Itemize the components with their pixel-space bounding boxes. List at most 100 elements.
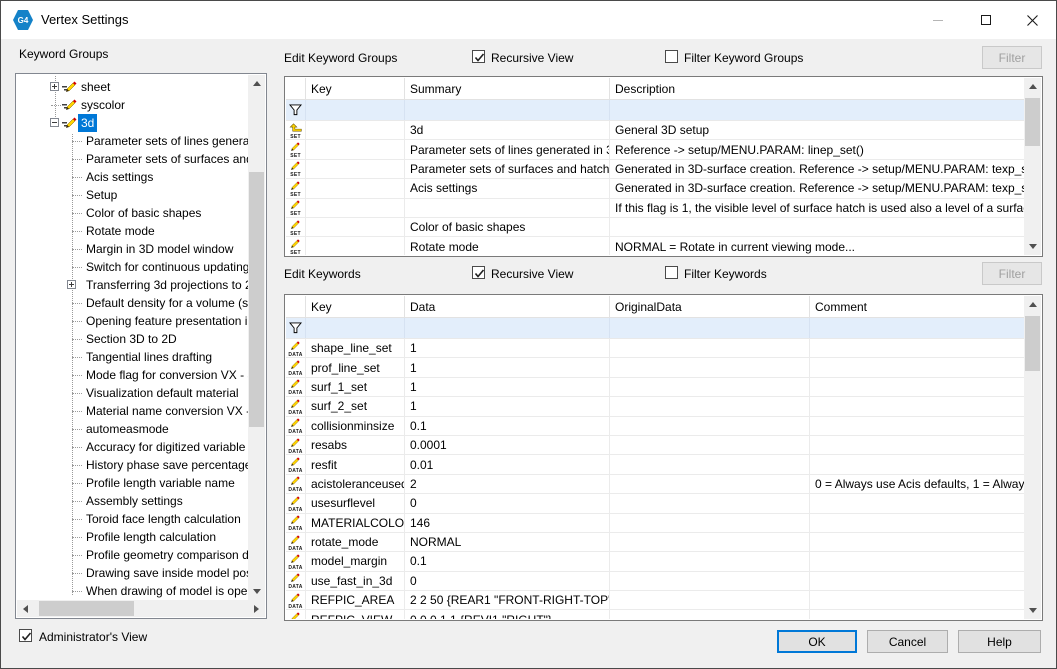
filter-cell[interactable] [306,318,405,338]
scroll-down-button[interactable] [248,583,265,600]
tree-item[interactable]: Section 3D to 2D [17,330,248,348]
tree-item[interactable]: Material name conversion VX - 3 [17,402,248,420]
recursive-view-checkbox[interactable] [472,266,485,279]
tree-expander-icon[interactable] [50,118,59,127]
table-row[interactable]: DATA surf_2_set 1 [286,397,1024,416]
tree-item[interactable]: syscolor [17,96,248,114]
table-row[interactable]: DATA shape_line_set 1 [286,339,1024,358]
tree-item[interactable]: Profile length variable name [17,474,248,492]
filter-cell[interactable] [810,318,1024,338]
filter-cell[interactable] [405,100,610,120]
tree-item[interactable]: Acis settings [17,168,248,186]
ok-button[interactable]: OK [777,630,857,653]
minimize-button[interactable] [915,1,961,39]
filter-cell[interactable] [405,318,610,338]
administrators-view-checkbox[interactable] [19,629,32,642]
tree-item[interactable]: Color of basic shapes [17,204,248,222]
title-bar[interactable]: G4 Vertex Settings [1,1,1056,39]
filter-cell[interactable] [306,100,405,120]
table-row[interactable]: SET 3d General 3D setup [286,121,1024,140]
scrollbar-thumb[interactable] [39,601,134,616]
tree-item[interactable]: Opening feature presentation in [17,312,248,330]
tree-item[interactable]: Tangential lines drafting [17,348,248,366]
scroll-down-button[interactable] [1024,238,1041,255]
tree-expander-icon[interactable] [50,82,59,91]
maximize-button[interactable] [963,1,1009,39]
table-row[interactable]: DATA collisionminsize 0.1 [286,417,1024,436]
tree-item[interactable]: Parameter sets of lines generate [17,132,248,150]
tree-item[interactable]: Switch for continuous updating [17,258,248,276]
table-row[interactable]: SET Parameter sets of lines generated in… [286,140,1024,159]
header-summary[interactable]: Summary [405,78,610,99]
tree-item[interactable]: Assembly settings [17,492,248,510]
table-row[interactable]: DATA REFPIC_VIEW 0 0 0 1 1 {REVI1 "RIGHT… [286,610,1024,619]
close-button[interactable] [1009,1,1055,39]
table-row[interactable]: DATA rotate_mode NORMAL [286,533,1024,552]
filter-keyword-groups-checkbox[interactable] [665,50,678,63]
tree-item[interactable]: Setup [17,186,248,204]
table-row[interactable]: DATA resabs 0.0001 [286,436,1024,455]
scroll-down-button[interactable] [1024,602,1041,619]
filter-button[interactable]: Filter [982,46,1042,69]
table-vertical-scrollbar[interactable] [1024,78,1041,255]
filter-keywords-checkbox[interactable] [665,266,678,279]
header-data[interactable]: Data [405,296,610,317]
filter-row[interactable] [286,318,1024,339]
tree-item[interactable]: Parameter sets of surfaces and h [17,150,248,168]
scroll-left-button[interactable] [17,600,34,617]
tree-item[interactable]: Toroid face length calculation [17,510,248,528]
scrollbar-thumb[interactable] [1025,316,1040,371]
tree-item[interactable]: Profile geometry comparison dc [17,546,248,564]
help-button[interactable]: Help [958,630,1041,653]
table-row[interactable]: SET Parameter sets of surfaces and hatch… [286,160,1024,179]
table-row[interactable]: SET Color of basic shapes [286,218,1024,237]
tree-item[interactable]: Profile length calculation [17,528,248,546]
header-description[interactable]: Description [610,78,1024,99]
filter-cell[interactable] [610,318,810,338]
cancel-button[interactable]: Cancel [867,630,948,653]
header-originaldata[interactable]: OriginalData [610,296,810,317]
table-row[interactable]: DATA resfit 0.01 [286,455,1024,474]
tree-item[interactable]: Drawing save inside model poss [17,564,248,582]
table-vertical-scrollbar[interactable] [1024,296,1041,619]
tree-expander-icon[interactable] [67,280,76,289]
table-row[interactable]: SET If this flag is 1, the visible level… [286,199,1024,218]
tree-item[interactable]: Margin in 3D model window [17,240,248,258]
recursive-view-checkbox[interactable] [472,50,485,63]
table-row[interactable]: DATA usesurflevel 0 [286,494,1024,513]
scrollbar-thumb[interactable] [249,172,264,427]
tree-item[interactable]: automeasmode [17,420,248,438]
table-row[interactable]: SET Rotate mode NORMAL = Rotate in curre… [286,237,1024,255]
scroll-up-button[interactable] [1024,296,1041,313]
scroll-up-button[interactable] [1024,78,1041,95]
filter-row[interactable] [286,100,1024,121]
header-key[interactable]: Key [306,296,405,317]
header-key[interactable]: Key [306,78,405,99]
table-row[interactable]: DATA surf_1_set 1 [286,378,1024,397]
tree-item[interactable]: 3d [17,114,248,132]
table-row[interactable]: SET Acis settings Generated in 3D-surfac… [286,179,1024,198]
table-row[interactable]: DATA prof_line_set 1 [286,358,1024,377]
header-comment[interactable]: Comment [810,296,1024,317]
tree-item[interactable]: When drawing of model is open [17,582,248,600]
tree-item[interactable]: Default density for a volume (ste [17,294,248,312]
scroll-up-button[interactable] [248,75,265,92]
filter-button[interactable]: Filter [982,262,1042,285]
tree-item[interactable]: Accuracy for digitized variable v [17,438,248,456]
tree-horizontal-scrollbar[interactable] [17,600,265,617]
tree-item[interactable]: Transferring 3d projections to 2d [17,276,248,294]
filter-cell[interactable] [610,100,1024,120]
table-row[interactable]: DATA MATERIALCOLOR 146 [286,514,1024,533]
scrollbar-thumb[interactable] [1025,98,1040,146]
tree-item[interactable]: Visualization default material [17,384,248,402]
tree-item[interactable]: History phase save percentage [17,456,248,474]
keyword-groups-tree[interactable]: sheet syscolor 3d [15,73,267,619]
tree-item[interactable]: Rotate mode [17,222,248,240]
tree-item[interactable]: sheet [17,78,248,96]
table-row[interactable]: DATA use_fast_in_3d 0 [286,572,1024,591]
tree-item[interactable]: Mode flag for conversion VX - 3 [17,366,248,384]
table-row[interactable]: DATA REFPIC_AREA 2 2 50 {REAR1 "FRONT-RI… [286,591,1024,610]
table-row[interactable]: DATA acistoleranceused 2 0 = Always use … [286,475,1024,494]
scroll-right-button[interactable] [248,600,265,617]
table-row[interactable]: DATA model_margin 0.1 [286,552,1024,571]
